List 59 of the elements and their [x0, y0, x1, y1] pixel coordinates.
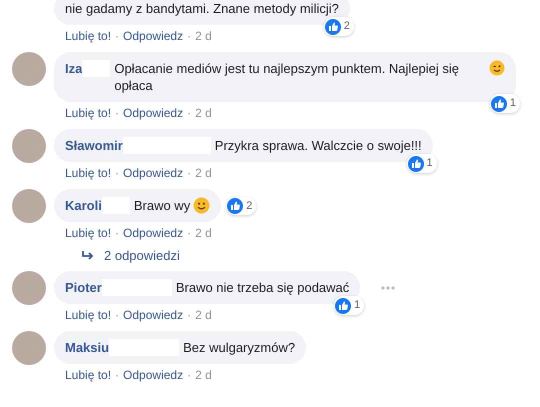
comment-text: Brawo nie trzeba się podawać: [176, 279, 350, 296]
comment-text: Brawo wy: [134, 197, 190, 214]
separator-dot: ·: [115, 106, 120, 120]
separator-dot: ·: [115, 226, 120, 240]
like-link[interactable]: Lubię to!: [65, 166, 112, 180]
reply-link[interactable]: Odpowiedz: [123, 368, 184, 382]
author-name[interactable]: Iza: [65, 60, 82, 77]
avatar-photo-placeholder[interactable]: [12, 189, 46, 223]
like-icon: [335, 298, 352, 314]
author-name[interactable]: Sławomir: [65, 137, 123, 154]
reaction-badge[interactable]: 2: [226, 196, 256, 214]
author-name[interactable]: Karoli: [65, 197, 102, 214]
reply-link[interactable]: Odpowiedz: [123, 308, 184, 322]
reaction-badge[interactable]: 1: [490, 94, 520, 113]
comment-time: 2 d: [195, 368, 212, 382]
like-link[interactable]: Lubię to!: [65, 308, 112, 322]
reply-link[interactable]: Odpowiedz: [123, 166, 184, 180]
more-options-icon[interactable]: [381, 286, 396, 290]
author-name[interactable]: Maksiu: [65, 339, 110, 356]
comment-text: Przykra sprawa. Walczcie o swoje!!!: [214, 137, 422, 154]
avatar-photo-placeholder[interactable]: [12, 52, 46, 86]
comment-text: nie gadamy z bandytami. Znane metody milicji?: [65, 0, 339, 17]
comment-time: 2 d: [195, 308, 212, 322]
like-icon: [324, 18, 341, 34]
comment-text: Bez wulgaryzmów?: [183, 339, 296, 356]
reply-link[interactable]: Odpowiedz: [123, 106, 184, 120]
avatar-photo-placeholder[interactable]: [12, 129, 46, 163]
reaction-badge[interactable]: 2: [324, 17, 354, 36]
reaction-badge[interactable]: 1: [406, 154, 437, 173]
separator-dot: ·: [187, 308, 192, 322]
view-replies-link[interactable]: 2 odpowiedzi: [82, 248, 540, 263]
reply-arrow-icon: [82, 250, 94, 260]
author-name[interactable]: Pioter: [65, 279, 102, 296]
separator-dot: ·: [187, 106, 192, 120]
avatar-photo-placeholder[interactable]: [12, 271, 46, 305]
comment-text: Opłacanie mediów jest tu najlepszym punktem. Najlepiej się opłaca: [114, 60, 460, 94]
separator-dot: ·: [187, 226, 192, 240]
comment-time: 2 d: [195, 28, 212, 42]
separator-dot: ·: [115, 28, 120, 42]
separator-dot: ·: [187, 28, 192, 42]
like-icon: [408, 156, 424, 172]
separator-dot: ·: [115, 166, 120, 180]
reply-link[interactable]: Odpowiedz: [123, 28, 184, 42]
comment-time: 2 d: [195, 166, 212, 180]
reaction-badge[interactable]: 1: [334, 296, 364, 315]
like-link[interactable]: Lubię to!: [65, 106, 112, 120]
separator-dot: ·: [187, 368, 192, 382]
comment-time: 2 d: [195, 106, 212, 120]
comment-time: 2 d: [195, 226, 212, 240]
separator-dot: ·: [187, 166, 192, 180]
separator-dot: ·: [115, 308, 120, 322]
like-link[interactable]: Lubię to!: [65, 368, 112, 382]
like-link[interactable]: Lubię to!: [65, 28, 112, 42]
like-link[interactable]: Lubię to!: [65, 226, 112, 240]
avatar-photo-placeholder[interactable]: [12, 331, 46, 365]
like-icon: [227, 198, 244, 214]
separator-dot: ·: [115, 368, 120, 382]
reply-link[interactable]: Odpowiedz: [123, 226, 184, 240]
like-icon: [490, 96, 507, 112]
